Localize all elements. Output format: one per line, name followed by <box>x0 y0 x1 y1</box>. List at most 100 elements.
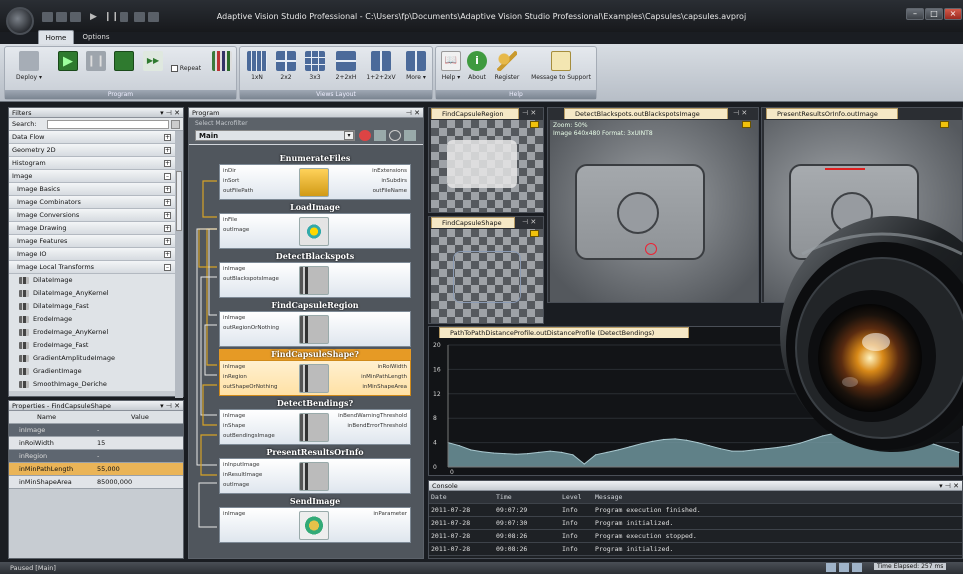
filter-node[interactable]: inImage inParameter <box>219 507 411 543</box>
filters-scrollbar[interactable] <box>175 131 183 398</box>
expand-icon[interactable]: + <box>164 199 171 206</box>
minimize-button[interactable]: – <box>906 8 924 20</box>
output-port[interactable]: inBendWarningThreshold <box>338 413 407 419</box>
view-more-button[interactable]: More ▾ <box>402 51 430 81</box>
filter-node[interactable]: inFile outImage <box>219 213 411 249</box>
subcategory-image-conversions[interactable]: Image Conversions + <box>9 209 175 222</box>
input-port[interactable]: inShape <box>223 423 245 429</box>
subcategory-image-features[interactable]: Image Features + <box>9 235 175 248</box>
open-icon[interactable] <box>56 12 67 22</box>
run-button[interactable]: ▶ <box>57 51 79 74</box>
search-input[interactable] <box>47 120 169 129</box>
view-detect-blackspots[interactable]: DetectBlackspots.outBlackspotsImage ⊣ ✕ … <box>547 107 759 303</box>
layout-icon[interactable] <box>839 563 849 572</box>
expand-icon[interactable]: + <box>164 134 171 141</box>
property-row[interactable]: inImage - <box>9 424 183 437</box>
view-tab-controls[interactable]: ⊣ ✕ <box>522 109 536 117</box>
lock-icon[interactable] <box>940 121 949 128</box>
input-port[interactable]: inImage <box>223 413 245 419</box>
console-row[interactable]: 2011-07-28 09:07:29 Info Program execution … <box>429 504 962 517</box>
view-find-capsule-shape[interactable]: FindCapsuleShape ⊣ ✕ <box>428 216 544 324</box>
subcategory-image-combinators[interactable]: Image Combinators + <box>9 196 175 209</box>
subcategory-image-io[interactable]: Image IO + <box>9 248 175 261</box>
maximize-button[interactable]: □ <box>925 8 943 20</box>
move-icon[interactable] <box>374 130 386 141</box>
console-pin-close-icon[interactable]: ▾ ⊣ ✕ <box>939 481 959 491</box>
qa-stats-icon[interactable] <box>148 12 159 22</box>
filter-node[interactable]: inImage outBlackspotsImage <box>219 262 411 298</box>
view-distance-profile[interactable]: PathToPathDistanceProfile.outDistancePro… <box>428 326 963 476</box>
settings-icon[interactable] <box>404 130 416 141</box>
view-3x3-button[interactable]: 3x3 <box>303 51 327 81</box>
view-tab-controls[interactable]: ⊣ ✕ <box>522 218 536 226</box>
output-port[interactable]: inBendErrorThreshold <box>347 423 407 429</box>
view-tab-detect-blackspots[interactable]: DetectBlackspots.outBlackspotsImage <box>564 108 728 119</box>
input-port[interactable]: inImage <box>223 364 245 370</box>
filter-item[interactable]: SmoothImage_Deriche <box>9 378 175 391</box>
view-find-capsule-region[interactable]: FindCapsuleRegion ⊣ ✕ <box>428 107 544 213</box>
property-row[interactable]: inRoiWidth 15 <box>9 437 183 450</box>
macrofilter-select[interactable]: Main <box>195 130 355 141</box>
view-1xn-button[interactable]: 1xN <box>245 51 269 81</box>
about-button[interactable]: i About <box>466 51 488 81</box>
input-port[interactable]: outShapeOrNothing <box>223 384 277 390</box>
stop-button[interactable] <box>113 51 135 74</box>
output-port[interactable]: inExtensions <box>372 168 407 174</box>
deploy-button[interactable]: Deploy ▾ <box>11 51 47 81</box>
filter-node[interactable]: inImage inRegion outShapeOrNothing inRoiWid… <box>219 360 411 396</box>
chevron-down-icon[interactable]: ▾ <box>344 131 354 140</box>
help-button[interactable]: 📖 Help ▾ <box>438 51 464 81</box>
qa-step-icon[interactable] <box>134 12 145 22</box>
subcategory-image-drawing[interactable]: Image Drawing + <box>9 222 175 235</box>
layout-icon[interactable] <box>826 563 836 572</box>
expand-icon[interactable]: + <box>164 238 171 245</box>
input-port[interactable]: inDir <box>223 168 236 174</box>
input-port[interactable]: outRegionOrNothing <box>223 325 279 331</box>
input-port[interactable]: outBlackspotsImage <box>223 276 279 282</box>
console-row[interactable]: 2011-07-28 09:08:26 Info Program execution … <box>429 530 962 543</box>
program-pin-close-icon[interactable]: ⊣ ✕ <box>406 108 420 118</box>
view-tab-distance-profile[interactable]: PathToPathDistanceProfile.outDistancePro… <box>439 327 689 338</box>
input-port[interactable]: inImage <box>223 511 245 517</box>
lock-icon[interactable] <box>530 121 539 128</box>
qa-run-icon[interactable]: ▶ <box>90 12 97 22</box>
view-1-2-2xv-button[interactable]: 1+2+2xV <box>364 51 398 81</box>
view-present-results[interactable]: PresentResultsOrInfo.outImage <box>761 107 963 303</box>
filter-item[interactable]: GradientImage <box>9 365 175 378</box>
expand-icon[interactable]: + <box>164 225 171 232</box>
output-port[interactable]: inRoiWidth <box>378 364 407 370</box>
input-port[interactable]: outImage <box>223 482 249 488</box>
lock-icon[interactable] <box>742 121 751 128</box>
statistics-button[interactable] <box>211 51 233 74</box>
register-button[interactable]: Register <box>492 51 522 81</box>
category-histogram[interactable]: Histogram + <box>9 157 175 170</box>
expand-icon[interactable]: + <box>164 251 171 258</box>
console-row[interactable]: 2011-07-28 09:07:30 Info Program initialize… <box>429 517 962 530</box>
expand-icon[interactable]: + <box>164 186 171 193</box>
input-port[interactable]: inImage <box>223 315 245 321</box>
layout-icon[interactable] <box>852 563 862 572</box>
input-port[interactable]: inFile <box>223 217 237 223</box>
input-port[interactable]: outImage <box>223 227 249 233</box>
input-port[interactable]: inResultImage <box>223 472 262 478</box>
filter-item[interactable]: ErodeImage_Fast <box>9 339 175 352</box>
expand-icon[interactable]: + <box>164 212 171 219</box>
property-value[interactable]: 55,000 <box>97 463 120 476</box>
output-port[interactable]: outFileName <box>373 188 407 194</box>
scrollbar-thumb[interactable] <box>176 171 182 231</box>
filter-node[interactable]: inImage inShape outBendingsImage inBendWarn… <box>219 409 411 445</box>
collapse-icon[interactable]: – <box>164 264 171 271</box>
repeat-checkbox[interactable]: Repeat <box>171 65 211 72</box>
output-port[interactable]: inSubdirs <box>381 178 407 184</box>
tab-home[interactable]: Home <box>38 30 74 44</box>
view-2-2xh-button[interactable]: 2+2xH <box>332 51 360 81</box>
filter-item[interactable]: DilateImage <box>9 274 175 287</box>
expand-icon[interactable]: + <box>164 147 171 154</box>
filter-item[interactable]: GradientAmplitudeImage <box>9 352 175 365</box>
search-clear-icon[interactable] <box>171 120 180 129</box>
tab-options[interactable]: Options <box>78 30 114 44</box>
properties-pin-close-icon[interactable]: ▾ ⊣ ✕ <box>160 401 180 411</box>
subcategory-image-local-transforms[interactable]: Image Local Transforms – <box>9 261 175 274</box>
console-row[interactable]: 2011-07-28 09:08:26 Info Program initialize… <box>429 543 962 556</box>
new-icon[interactable] <box>42 12 53 22</box>
